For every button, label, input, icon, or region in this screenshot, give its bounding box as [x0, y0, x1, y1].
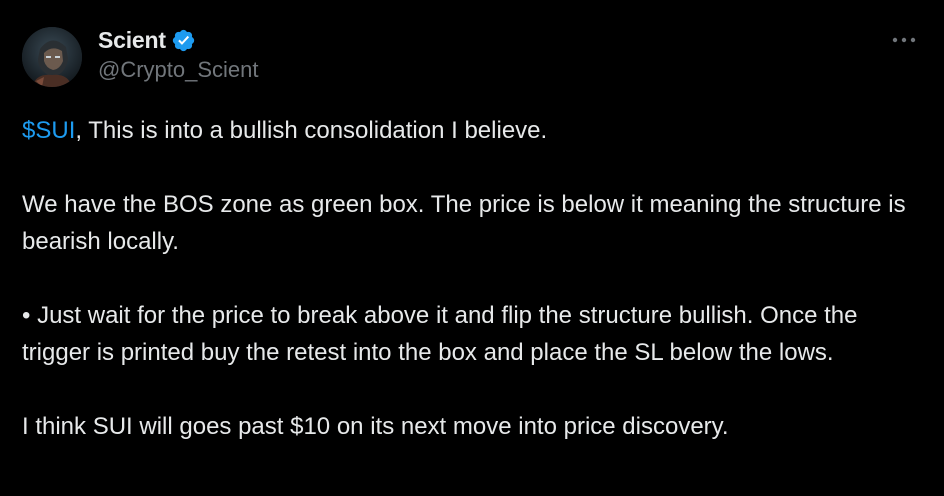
name-row: Scient: [98, 26, 259, 54]
cashtag-link[interactable]: $SUI: [22, 117, 75, 144]
tweet-paragraph-1: $SUI, This is into a bullish consolidati…: [22, 112, 922, 149]
tweet-text: $SUI, This is into a bullish consolidati…: [22, 112, 922, 482]
verified-badge-icon: [171, 28, 196, 53]
tweet-card: Scient @Crypto_Scient $SUI, This is into…: [0, 0, 944, 496]
display-name[interactable]: Scient: [98, 27, 166, 54]
more-options-icon[interactable]: [890, 30, 918, 50]
tweet-paragraph-3: • Just wait for the price to break above…: [22, 302, 858, 366]
user-handle[interactable]: @Crypto_Scient: [98, 57, 259, 83]
author-block: Scient @Crypto_Scient: [98, 26, 259, 83]
tweet-paragraph-4: I think SUI will goes past $10 on its ne…: [22, 413, 729, 440]
tweet-text-line1: , This is into a bullish consolidation I…: [75, 117, 548, 144]
tweet-paragraph-2: We have the BOS zone as green box. The p…: [22, 191, 906, 255]
avatar[interactable]: [22, 27, 82, 87]
